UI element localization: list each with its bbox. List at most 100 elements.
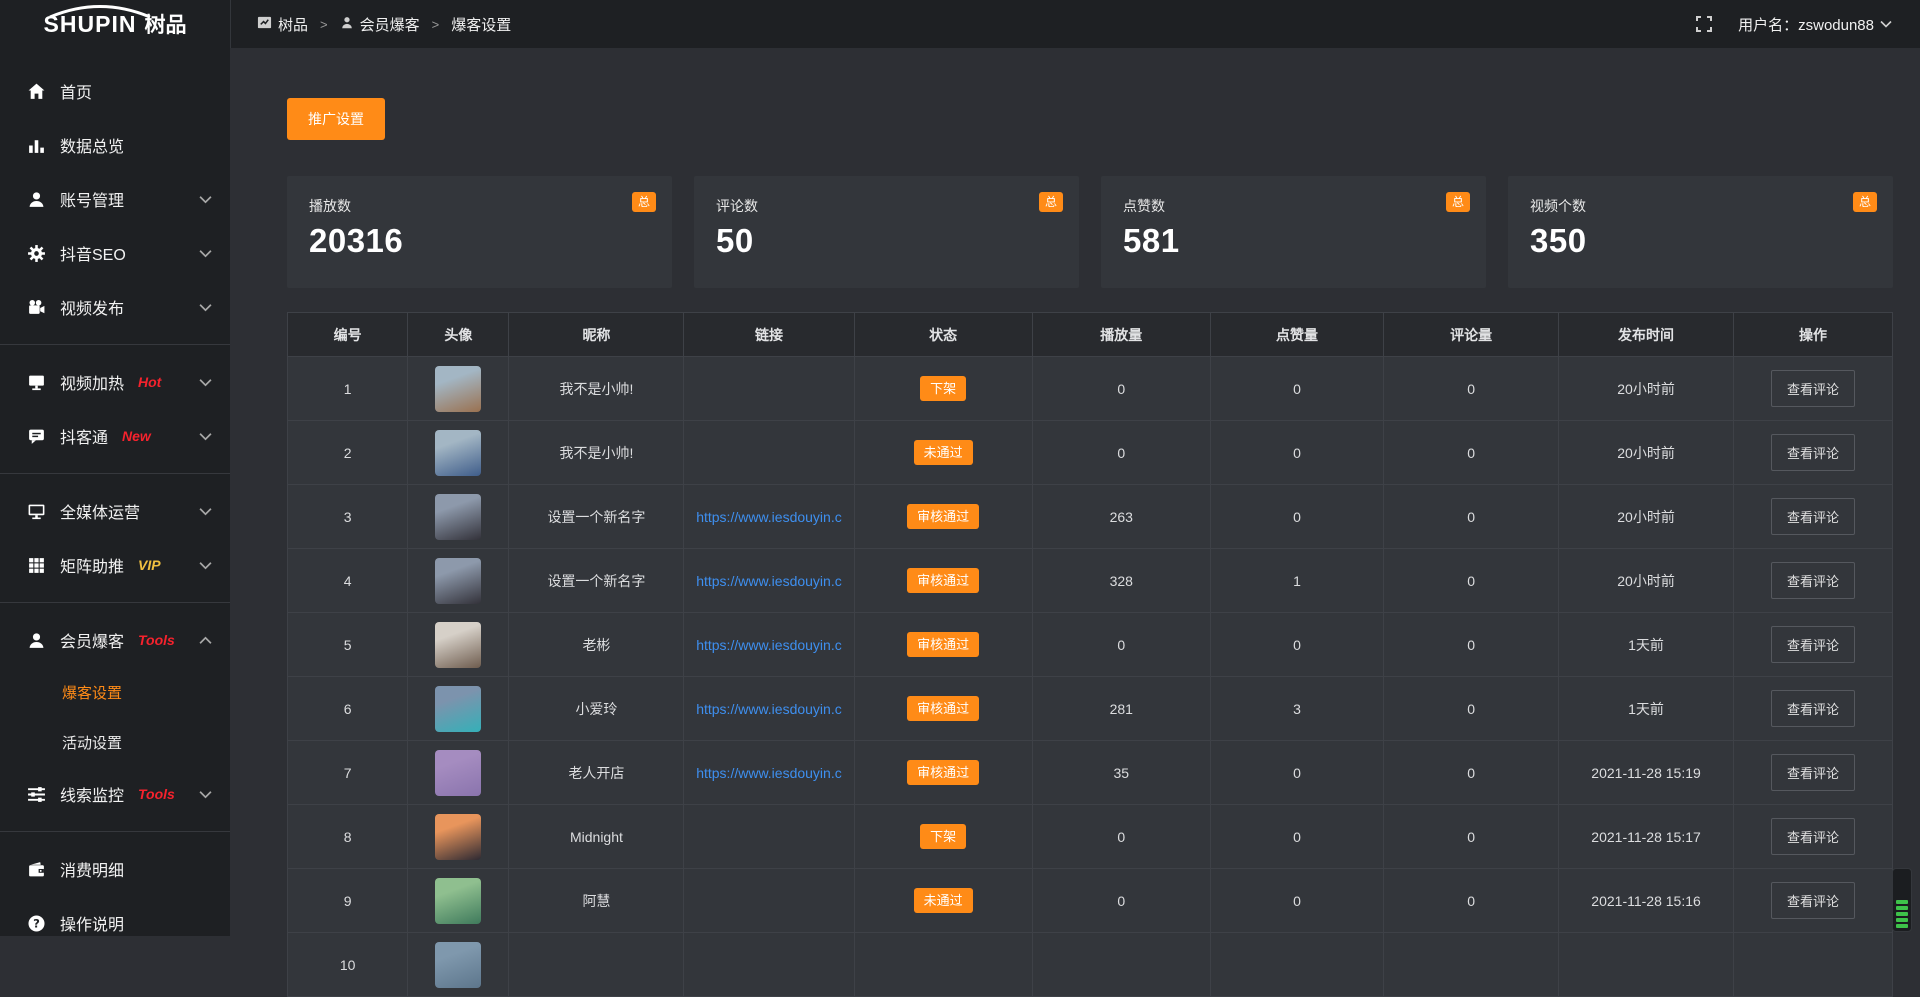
view-comments-button[interactable]: 查看评论: [1771, 562, 1855, 599]
cell-link: [684, 933, 854, 997]
sidebar-item-全媒体运营[interactable]: 全媒体运营: [0, 484, 230, 538]
cell-status: 未通过: [854, 869, 1032, 933]
cell-comments: 0: [1384, 677, 1559, 741]
logo[interactable]: SHUPIN 树品: [0, 0, 230, 48]
cell-time: 20小时前: [1559, 549, 1734, 613]
cell-id: 5: [288, 613, 408, 677]
breadcrumb-item[interactable]: 爆客设置: [451, 14, 511, 35]
widget-bar: [1896, 924, 1908, 928]
chevron-down-icon: [199, 561, 212, 570]
cell-time: 1天前: [1559, 613, 1734, 677]
cell-id: 6: [288, 677, 408, 741]
total-badge: 总: [1446, 192, 1470, 212]
cell-status: 审核通过: [854, 741, 1032, 805]
view-comments-button[interactable]: 查看评论: [1771, 626, 1855, 663]
floating-widget[interactable]: [1892, 868, 1912, 932]
video-link[interactable]: https://www.iesdouyin.c: [696, 509, 842, 525]
view-comments-button[interactable]: 查看评论: [1771, 498, 1855, 535]
column-header-昵称: 昵称: [509, 313, 684, 357]
sidebar-item-会员爆客[interactable]: 会员爆客Tools: [0, 613, 230, 667]
cell-link: [684, 421, 854, 485]
person-icon: [340, 15, 354, 34]
video-link[interactable]: https://www.iesdouyin.c: [696, 573, 842, 589]
wallet-icon: [26, 859, 46, 879]
sidebar-item-矩阵助推[interactable]: 矩阵助推VIP: [0, 538, 230, 592]
video-link[interactable]: https://www.iesdouyin.c: [696, 765, 842, 781]
cell-nickname: 小爱玲: [509, 677, 684, 741]
view-comments-button[interactable]: 查看评论: [1771, 818, 1855, 855]
user-menu[interactable]: 用户名：zswodun88: [1738, 14, 1892, 35]
cell-likes: [1210, 933, 1383, 997]
sidebar-item-抖音SEO[interactable]: 抖音SEO: [0, 226, 230, 280]
stat-card-播放数: 播放数20316总: [287, 176, 672, 288]
cell-link: [684, 805, 854, 869]
sidebar-item-抖客通[interactable]: 抖客通New: [0, 409, 230, 463]
sidebar-subitem-爆客设置[interactable]: 爆客设置: [0, 667, 230, 717]
window-icon: [257, 15, 272, 34]
total-badge: 总: [632, 192, 656, 212]
cell-time: 2021-11-28 15:19: [1559, 741, 1734, 805]
fullscreen-icon[interactable]: [1696, 16, 1712, 32]
sidebar-item-操作说明[interactable]: ?操作说明: [0, 896, 230, 936]
sidebar-divider: [0, 602, 230, 603]
cell-time: 1天前: [1559, 677, 1734, 741]
username-label: 用户名：zswodun88: [1738, 14, 1874, 35]
stat-value: 50: [716, 222, 1057, 260]
video-link[interactable]: https://www.iesdouyin.c: [696, 701, 842, 717]
table-row: 9阿慧未通过0002021-11-28 15:16查看评论: [288, 869, 1893, 933]
widget-bar: [1896, 918, 1908, 922]
sidebar-item-线索监控[interactable]: 线索监控Tools: [0, 767, 230, 821]
breadcrumb-item[interactable]: 树品: [257, 14, 308, 35]
sidebar-item-首页[interactable]: 首页: [0, 64, 230, 118]
sidebar-item-badge: Tools: [138, 786, 175, 802]
cell-likes: 0: [1210, 869, 1383, 933]
video-link[interactable]: https://www.iesdouyin.c: [696, 637, 842, 653]
column-header-编号: 编号: [288, 313, 408, 357]
cell-action: 查看评论: [1734, 805, 1893, 869]
sidebar-item-label: 账号管理: [60, 187, 124, 211]
sidebar-subitem-活动设置[interactable]: 活动设置: [0, 717, 230, 767]
view-comments-button[interactable]: 查看评论: [1771, 434, 1855, 471]
sidebar-item-账号管理[interactable]: 账号管理: [0, 172, 230, 226]
table-row: 3设置一个新名字https://www.iesdouyin.c审核通过26300…: [288, 485, 1893, 549]
cell-plays: 263: [1032, 485, 1210, 549]
user-icon: [26, 189, 46, 209]
view-comments-button[interactable]: 查看评论: [1771, 370, 1855, 407]
sidebar-item-视频加热[interactable]: 视频加热Hot: [0, 355, 230, 409]
column-header-链接: 链接: [684, 313, 854, 357]
sidebar-item-数据总览[interactable]: 数据总览: [0, 118, 230, 172]
view-comments-button[interactable]: 查看评论: [1771, 690, 1855, 727]
cell-avatar: [408, 741, 509, 805]
cell-status: 下架: [854, 805, 1032, 869]
cell-time: 20小时前: [1559, 421, 1734, 485]
cell-link: https://www.iesdouyin.c: [684, 485, 854, 549]
cell-comments: 0: [1384, 613, 1559, 677]
stats-row: 播放数20316总评论数50总点赞数581总视频个数350总: [287, 176, 1893, 288]
sidebar-item-label: 抖客通: [60, 424, 108, 448]
sidebar-item-label: 消费明细: [60, 857, 124, 881]
view-comments-button[interactable]: 查看评论: [1771, 754, 1855, 791]
cell-nickname: 老彬: [509, 613, 684, 677]
avatar: [435, 558, 481, 604]
breadcrumb-item[interactable]: 会员爆客: [340, 14, 420, 35]
sidebar-divider: [0, 473, 230, 474]
column-header-播放量: 播放量: [1032, 313, 1210, 357]
sidebar-item-label: 全媒体运营: [60, 499, 140, 523]
sidebar-item-视频发布[interactable]: 视频发布: [0, 280, 230, 334]
sidebar-item-消费明细[interactable]: 消费明细: [0, 842, 230, 896]
table-row: 6小爱玲https://www.iesdouyin.c审核通过281301天前查…: [288, 677, 1893, 741]
chevron-down-icon: [199, 432, 212, 441]
breadcrumb-label: 树品: [278, 14, 308, 35]
chevron-down-icon: [199, 195, 212, 204]
cell-nickname: 我不是小帅!: [509, 357, 684, 421]
cell-status: [854, 933, 1032, 997]
cell-status: 未通过: [854, 421, 1032, 485]
sidebar-divider: [0, 344, 230, 345]
sidebar: 首页数据总览账号管理抖音SEO视频发布视频加热Hot抖客通New 全媒体运营矩阵助…: [0, 48, 230, 936]
table-row: 7老人开店https://www.iesdouyin.c审核通过35002021…: [288, 741, 1893, 805]
promo-settings-button[interactable]: 推广设置: [287, 98, 385, 140]
view-comments-button[interactable]: 查看评论: [1771, 882, 1855, 919]
grid-icon: [26, 555, 46, 575]
sidebar-item-label: 操作说明: [60, 911, 124, 935]
cell-status: 审核通过: [854, 549, 1032, 613]
